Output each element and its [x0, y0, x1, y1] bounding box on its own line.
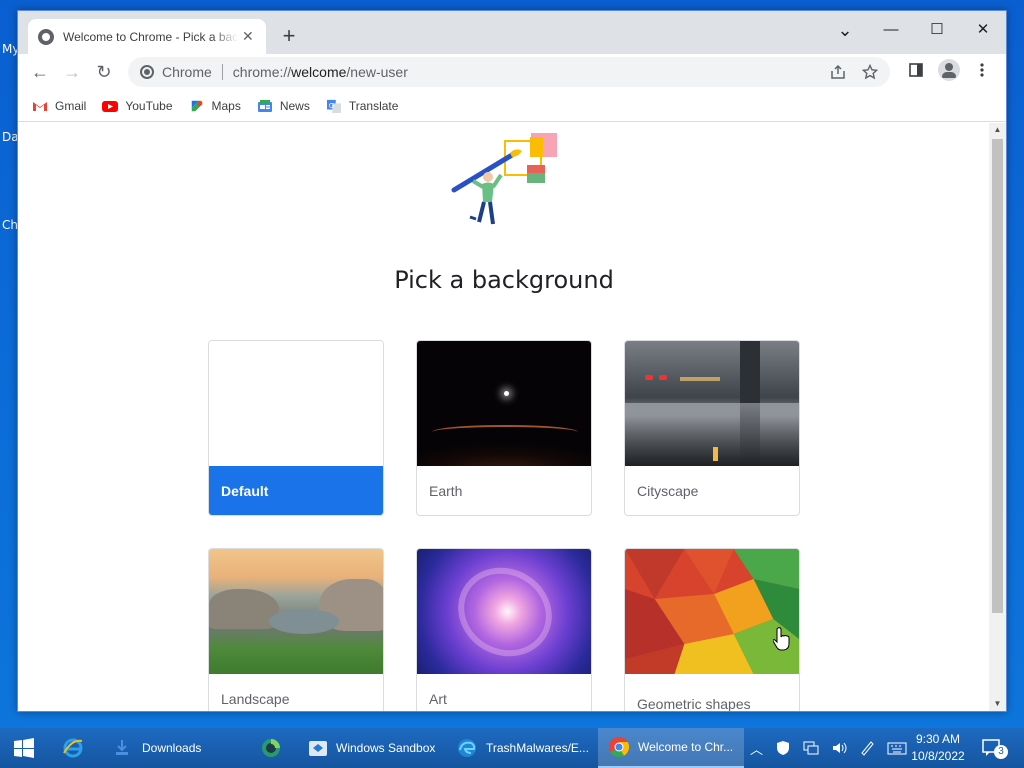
omnibox-divider [221, 64, 223, 80]
share-icon[interactable] [830, 64, 846, 80]
bookmark-label: Translate [348, 98, 399, 113]
vertical-scrollbar[interactable]: ▲ ▼ [989, 123, 1006, 711]
reload-button[interactable]: ↻ [91, 59, 117, 85]
bookmark-label: News [279, 98, 310, 113]
scroll-thumb[interactable] [992, 139, 1003, 613]
title-bar: Welcome to Chrome - Pick a background ✕ … [18, 11, 1006, 54]
back-button[interactable]: ← [27, 59, 53, 85]
clock-time: 9:30 AM [915, 732, 961, 746]
taskbar-windows-sandbox[interactable]: Windows Sandbox [298, 728, 442, 768]
background-option-landscape[interactable]: Landscape [208, 548, 384, 711]
url-text[interactable]: chrome://welcome/new-user [233, 64, 408, 80]
scroll-down-arrow-icon[interactable]: ▼ [989, 697, 1006, 711]
background-option-earth[interactable]: Earth [416, 340, 592, 516]
omnibox-chip-label: Chrome [162, 64, 212, 80]
taskbar-edge[interactable]: TrashMalwares/E... [446, 728, 594, 768]
taskbar-chrome[interactable]: Welcome to Chr... [598, 728, 744, 768]
folder-icon [116, 740, 128, 755]
bookmark-label: Maps [211, 98, 241, 113]
edge-icon [458, 739, 476, 757]
windows-logo-icon [14, 738, 34, 758]
tab-search-button[interactable]: ⌄ [822, 15, 868, 45]
translate-icon: G [326, 99, 341, 113]
new-tab-button[interactable]: + [276, 24, 302, 50]
background-option-default[interactable]: Default [208, 340, 384, 516]
page-title: Pick a background [394, 266, 614, 294]
close-tab-icon[interactable]: ✕ [242, 28, 254, 45]
taskbar-label: Downloads [142, 741, 202, 755]
taskbar-label: TrashMalwares/E... [486, 741, 589, 755]
bookmark-star-icon[interactable] [862, 64, 878, 80]
security-shield-icon[interactable] [775, 740, 791, 756]
taskbar-edge-dev[interactable] [250, 728, 292, 768]
background-label: Geometric shapes [637, 696, 751, 711]
tab-title: Welcome to Chrome - Pick a background [63, 29, 238, 44]
bookmark-gmail[interactable]: Gmail [32, 99, 86, 113]
svg-text:G: G [329, 101, 334, 109]
taskbar-downloads[interactable]: Downloads [104, 728, 244, 768]
desktop-icon-label[interactable]: Ch [2, 218, 18, 232]
youtube-icon [102, 100, 119, 112]
profile-avatar-icon[interactable] [938, 59, 960, 81]
bookmark-news[interactable]: News [257, 99, 310, 113]
volume-icon[interactable] [831, 740, 847, 756]
bookmark-label: Gmail [55, 98, 87, 113]
maps-icon [191, 100, 202, 111]
bookmarks-bar: Gmail YouTube Maps News G Translate [18, 90, 1006, 122]
pen-icon[interactable] [859, 740, 875, 756]
background-label: Earth [429, 483, 463, 499]
gmail-icon [33, 101, 47, 111]
bookmark-maps[interactable]: Maps [189, 99, 241, 113]
news-icon [257, 99, 272, 112]
taskbar-label: Welcome to Chr... [638, 740, 734, 754]
painter-illustration [451, 133, 557, 225]
side-panel-icon[interactable] [908, 62, 924, 78]
chrome-icon [609, 737, 630, 758]
chrome-icon [140, 65, 154, 79]
background-label: Cityscape [637, 483, 699, 499]
background-label: Default [209, 466, 383, 515]
sandbox-icon [309, 741, 327, 756]
toolbar: ← → ↻ Chrome chrome://welcome/new-user [18, 54, 1006, 90]
background-thumbnail [625, 549, 799, 674]
chrome-window: Welcome to Chrome - Pick a background ✕ … [17, 10, 1007, 712]
page-content: Pick a background Default Earth Cityscap… [18, 123, 990, 711]
bookmark-label: YouTube [125, 98, 173, 113]
show-hidden-icons-chevron-icon[interactable]: ︿ [750, 739, 763, 758]
notification-badge: 3 [994, 745, 1008, 759]
background-label: Art [429, 691, 447, 707]
background-option-art[interactable]: Art [416, 548, 592, 711]
edge-dev-icon [262, 739, 280, 757]
taskbar-label: Windows Sandbox [336, 741, 436, 755]
bookmark-translate[interactable]: G Translate [326, 98, 399, 113]
background-thumbnail [209, 341, 383, 466]
background-thumbnail [417, 341, 591, 466]
background-thumbnail [625, 341, 799, 466]
background-label: Landscape [221, 691, 290, 707]
minimize-button[interactable]: — [868, 15, 914, 45]
chrome-favicon-icon [38, 28, 54, 45]
taskbar-ie[interactable] [52, 728, 94, 768]
background-thumbnail [417, 549, 591, 674]
clock-date: 10/8/2022 [911, 749, 965, 763]
scroll-up-arrow-icon[interactable]: ▲ [989, 123, 1006, 137]
action-center-button[interactable]: 3 [982, 728, 1016, 768]
system-tray: ︿ [750, 728, 907, 768]
maximize-button[interactable]: ☐ [914, 15, 960, 45]
tab-welcome[interactable]: Welcome to Chrome - Pick a background ✕ [28, 19, 266, 54]
network-icon[interactable] [803, 740, 819, 756]
close-window-button[interactable]: ✕ [960, 15, 1006, 45]
forward-button[interactable]: → [59, 59, 85, 85]
taskbar: Downloads Windows Sandbox TrashMalwares/… [0, 728, 1024, 768]
bookmark-youtube[interactable]: YouTube [102, 98, 173, 113]
background-thumbnail [209, 549, 383, 674]
start-button[interactable] [4, 728, 46, 768]
clock[interactable]: 9:30 AM 10/8/2022 [905, 731, 971, 765]
hand-cursor-icon [773, 627, 790, 651]
background-option-cityscape[interactable]: Cityscape [624, 340, 800, 516]
more-menu-icon[interactable] [974, 62, 990, 78]
address-bar[interactable]: Chrome chrome://welcome/new-user [128, 57, 890, 87]
internet-explorer-icon [63, 738, 83, 758]
